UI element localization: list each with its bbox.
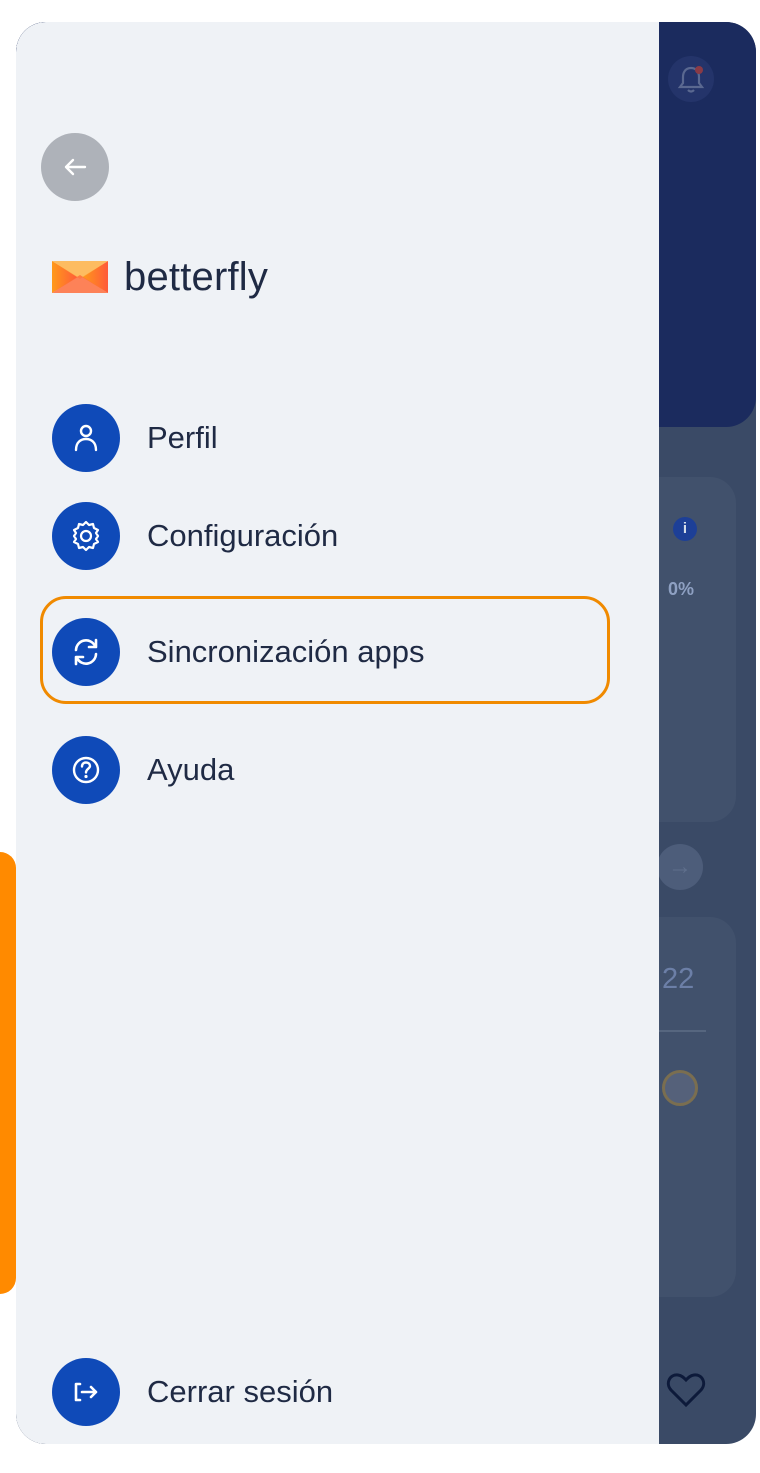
betterfly-logo-icon: [52, 261, 108, 293]
user-icon: [52, 404, 120, 472]
help-icon: [52, 736, 120, 804]
badge-icon: [662, 1070, 698, 1106]
menu-item-label: Perfil: [147, 420, 218, 455]
arrow-left-icon: [64, 158, 87, 176]
accent-bar: [0, 852, 16, 1294]
sync-icon: [52, 618, 120, 686]
background-percent: 0%: [668, 579, 695, 599]
gear-icon: [52, 502, 120, 570]
arrow-right-icon: →: [657, 844, 703, 890]
brand-name: betterfly: [124, 254, 269, 299]
background-divider: [656, 1030, 706, 1032]
background-number: 22: [662, 963, 695, 995]
info-icon: i: [673, 517, 697, 541]
menu-item-perfil[interactable]: Perfil: [52, 404, 218, 472]
back-button[interactable]: [41, 133, 109, 201]
menu-item-configuracion[interactable]: Configuración: [52, 502, 338, 570]
navigation-drawer: betterfly Perfil Configuración Sincroniz…: [16, 22, 659, 1444]
logout-button[interactable]: Cerrar sesión: [52, 1358, 333, 1426]
menu-item-label: Ayuda: [147, 752, 235, 787]
heart-icon: [666, 1372, 706, 1413]
menu-item-label: Sincronización apps: [147, 634, 425, 669]
phone-screen: i 0% → 22 betterfly Perfil Configuración…: [16, 22, 756, 1444]
logout-label: Cerrar sesión: [147, 1374, 334, 1409]
menu-item-label: Configuración: [147, 518, 339, 553]
menu-item-ayuda[interactable]: Ayuda: [52, 736, 234, 804]
brand-logo: betterfly: [50, 247, 268, 307]
logout-icon: [52, 1358, 120, 1426]
menu-item-sincronizacion-apps[interactable]: Sincronización apps: [52, 618, 424, 686]
notification-bell-icon: [668, 56, 714, 102]
